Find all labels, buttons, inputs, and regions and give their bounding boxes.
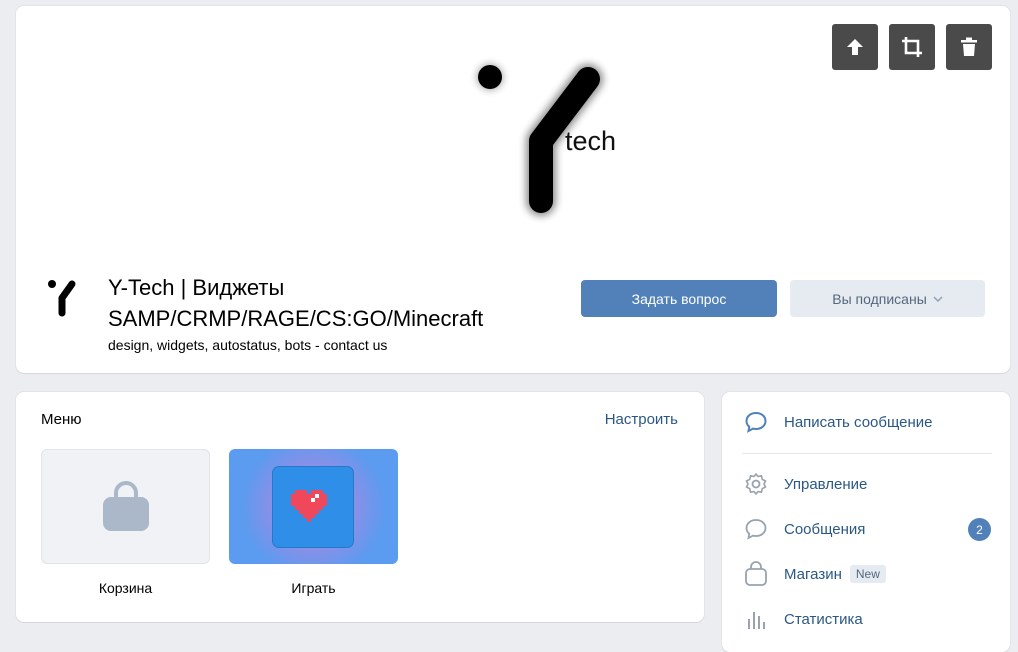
sidebar-item-manage[interactable]: Управление	[742, 469, 867, 499]
play-tile-label: Играть	[291, 580, 336, 596]
group-title: Y-Tech | Виджеты SAMP/CRMP/RAGE/CS:GO/Mi…	[108, 275, 484, 331]
delete-cover-button[interactable]	[946, 24, 992, 70]
cover-logo-text: tech	[565, 126, 617, 156]
subscribed-label: Вы подписаны	[832, 290, 927, 307]
crop-icon	[902, 37, 922, 57]
new-badge: New	[849, 565, 886, 583]
avatar[interactable]	[42, 274, 92, 324]
shopping-bag-icon	[742, 560, 770, 588]
chat-bubble-icon	[742, 408, 770, 436]
menu-tile-play[interactable]: Играть	[229, 449, 398, 596]
menu-title: Меню	[41, 411, 82, 428]
cover-image: tech	[16, 6, 1010, 256]
pixel-heart-icon	[291, 490, 327, 522]
shop-label: Магазин	[784, 565, 842, 583]
group-header-card: tech Y-Tech | Виджеты SAMP/CRMP/RAGE/CS:…	[16, 6, 1010, 373]
crop-cover-button[interactable]	[889, 24, 935, 70]
messages-label: Сообщения	[784, 520, 866, 538]
menu-tile-cart[interactable]: Корзина	[41, 449, 210, 596]
cart-tile-image	[41, 449, 210, 564]
chevron-down-icon	[933, 295, 943, 302]
ask-question-button[interactable]: Задать вопрос	[581, 280, 777, 317]
menu-card: Меню Настроить Корзина Играть	[16, 392, 704, 622]
messages-count-badge: 2	[968, 518, 991, 541]
bar-chart-icon	[742, 605, 770, 633]
write-message-label: Написать сообщение	[784, 413, 933, 431]
cart-tile-label: Корзина	[98, 580, 153, 596]
subscribed-dropdown-button[interactable]: Вы подписаны	[790, 280, 985, 317]
manage-label: Управление	[784, 475, 868, 493]
gear-icon	[742, 470, 770, 498]
divider	[742, 453, 992, 454]
sidebar-item-messages[interactable]: Сообщения 2	[742, 514, 1002, 544]
play-tile-image	[229, 449, 398, 564]
shopping-bag-icon	[103, 481, 149, 531]
menu-configure-link[interactable]: Настроить	[605, 411, 678, 428]
write-message-action[interactable]: Написать сообщение	[742, 407, 933, 437]
sidebar-item-shop[interactable]: Магазин New	[742, 559, 886, 589]
stats-label: Статистика	[784, 610, 863, 628]
actions-card: Написать сообщение Управление Сообщения …	[722, 392, 1010, 652]
upload-icon	[847, 39, 863, 55]
sidebar-item-stats[interactable]: Статистика	[742, 604, 863, 634]
chat-bubble-icon	[742, 515, 770, 543]
cover-logo-icon	[477, 64, 603, 216]
group-status: design, widgets, autostatus, bots - cont…	[108, 337, 388, 353]
upload-cover-button[interactable]	[832, 24, 878, 70]
trash-icon	[961, 37, 977, 56]
